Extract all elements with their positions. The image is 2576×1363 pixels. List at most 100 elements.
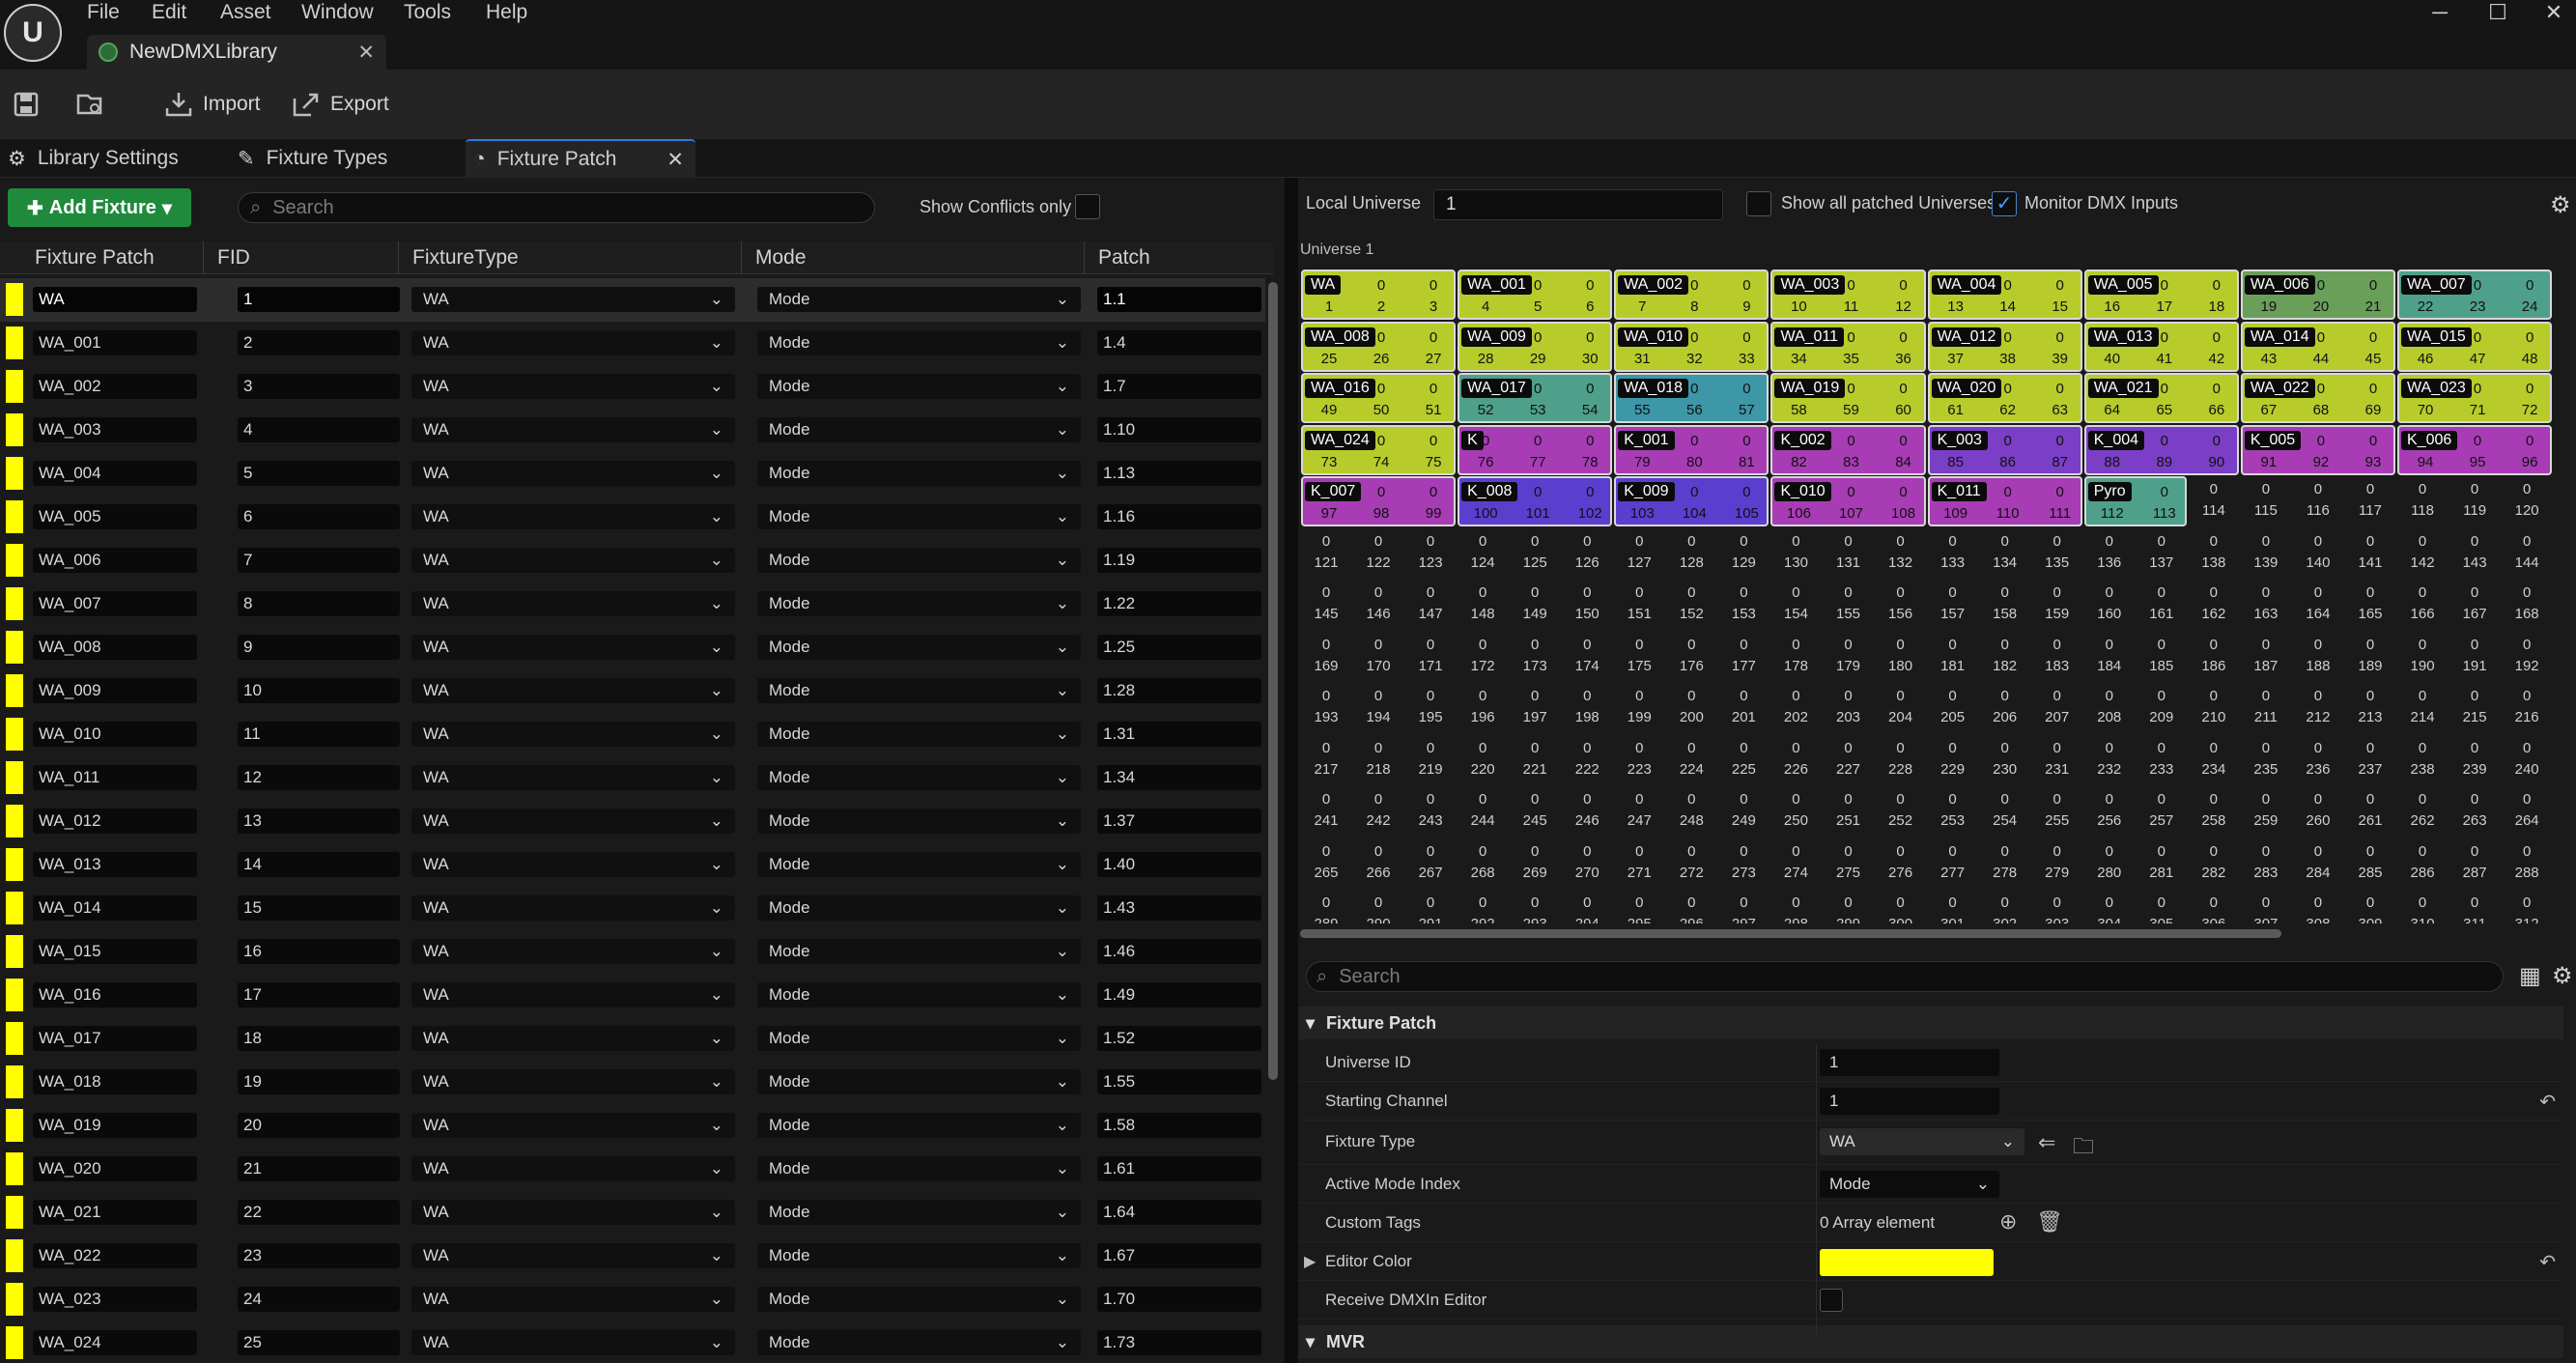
col-fixture-patch[interactable]: Fixture Patch bbox=[21, 241, 205, 274]
patch-block[interactable]: 097098099K_007 bbox=[1301, 476, 1457, 526]
channel-cell[interactable]: 0 121 bbox=[1300, 527, 1352, 580]
channel-cell[interactable]: 0 188 bbox=[2292, 631, 2344, 683]
fixture-name-field[interactable]: WA_006 bbox=[33, 548, 197, 573]
patch-field[interactable]: 1.49 bbox=[1097, 982, 1261, 1008]
channel-cell[interactable]: 0 300 bbox=[1875, 889, 1927, 923]
channel-cell[interactable]: 0 253 bbox=[1927, 785, 1979, 838]
patch-block[interactable]: 055056057WA_018 bbox=[1614, 373, 1769, 423]
channel-cell[interactable]: 0 114 bbox=[2188, 475, 2240, 527]
reset-icon[interactable]: ↶ bbox=[2539, 1250, 2556, 1274]
channel-cell[interactable]: 0 131 bbox=[1823, 527, 1875, 580]
fixture-name-field[interactable]: WA_018 bbox=[33, 1069, 197, 1094]
fixture-name-field[interactable]: WA_010 bbox=[33, 722, 197, 747]
channel-cell[interactable]: 0 273 bbox=[1717, 838, 1769, 890]
channel-cell[interactable]: 0 126 bbox=[1561, 527, 1613, 580]
table-row[interactable]: WA_013 14 WA ⌄ Mode ⌄ 1.40 bbox=[0, 843, 1265, 887]
channel-cell[interactable]: 0 206 bbox=[1979, 682, 2031, 734]
patch-block[interactable]: 070071072WA_023 bbox=[2397, 373, 2553, 423]
fid-field[interactable]: 13 bbox=[238, 809, 400, 834]
universe-channel-grid[interactable]: 0 114 0 115 0 116 0 117 0 118 0 119 0 120 0 121 0 122 0 123… bbox=[1300, 269, 2556, 923]
mode-select[interactable]: Mode ⌄ bbox=[757, 548, 1081, 573]
channel-cell[interactable]: 0 235 bbox=[2240, 734, 2292, 786]
channel-cell[interactable]: 0 302 bbox=[1979, 889, 2031, 923]
channel-cell[interactable]: 0 116 bbox=[2292, 475, 2344, 527]
channel-cell[interactable]: 0 122 bbox=[1352, 527, 1404, 580]
channel-cell[interactable]: 0 237 bbox=[2344, 734, 2396, 786]
show-all-universes-checkbox[interactable] bbox=[1746, 191, 1771, 216]
minimize-button[interactable]: ─ bbox=[2420, 0, 2459, 25]
mode-select[interactable]: Mode ⌄ bbox=[757, 722, 1081, 747]
fixture-name-field[interactable]: WA_005 bbox=[33, 504, 197, 529]
panel-splitter[interactable] bbox=[1285, 178, 1298, 1363]
editor-color-swatch[interactable] bbox=[1820, 1249, 1994, 1276]
patch-field[interactable]: 1.70 bbox=[1097, 1287, 1261, 1312]
channel-cell[interactable]: 0 222 bbox=[1561, 734, 1613, 786]
fid-field[interactable]: 7 bbox=[238, 548, 400, 573]
channel-cell[interactable]: 0 281 bbox=[2136, 838, 2188, 890]
channel-cell[interactable]: 0 309 bbox=[2344, 889, 2396, 923]
patch-block[interactable]: 040041042WA_013 bbox=[2083, 321, 2239, 372]
channel-cell[interactable]: 0 226 bbox=[1769, 734, 1822, 786]
channel-cell[interactable]: 0 187 bbox=[2240, 631, 2292, 683]
patch-block[interactable]: 025026027WA_008 bbox=[1301, 321, 1457, 372]
channel-cell[interactable]: 0 305 bbox=[2136, 889, 2188, 923]
patch-field[interactable]: 1.28 bbox=[1097, 678, 1261, 703]
channel-cell[interactable]: 0 285 bbox=[2344, 838, 2396, 890]
channel-cell[interactable]: 0 135 bbox=[2031, 527, 2083, 580]
channel-cell[interactable]: 0 133 bbox=[1927, 527, 1979, 580]
channel-cell[interactable]: 0 214 bbox=[2396, 682, 2449, 734]
fixture-name-field[interactable]: WA_011 bbox=[33, 765, 197, 790]
channel-cell[interactable]: 0 147 bbox=[1404, 579, 1457, 631]
mode-select[interactable]: Mode ⌄ bbox=[757, 939, 1081, 964]
mode-select[interactable]: Mode ⌄ bbox=[757, 852, 1081, 877]
table-row[interactable]: WA_008 9 WA ⌄ Mode ⌄ 1.25 bbox=[0, 626, 1265, 669]
channel-cell[interactable]: 0 280 bbox=[2083, 838, 2136, 890]
fixture-name-field[interactable]: WA_024 bbox=[33, 1330, 197, 1355]
table-row[interactable]: WA_009 10 WA ⌄ Mode ⌄ 1.28 bbox=[0, 669, 1265, 713]
fixture-type-select[interactable]: WA ⌄ bbox=[411, 504, 735, 529]
fixture-type-select[interactable]: WA ⌄ bbox=[411, 461, 735, 486]
fixture-type-select[interactable]: WA ⌄ bbox=[411, 287, 735, 312]
channel-cell[interactable]: 0 236 bbox=[2292, 734, 2344, 786]
fixture-type-select[interactable]: WA ⌄ bbox=[1820, 1128, 2024, 1155]
fid-field[interactable]: 8 bbox=[238, 591, 400, 616]
channel-cell[interactable]: 0 265 bbox=[1300, 838, 1352, 890]
channel-cell[interactable]: 0 286 bbox=[2396, 838, 2449, 890]
fixture-type-select[interactable]: WA ⌄ bbox=[411, 722, 735, 747]
patch-field[interactable]: 1.7 bbox=[1097, 374, 1261, 399]
fid-field[interactable]: 4 bbox=[238, 417, 400, 442]
patch-block[interactable]: 010301040105K_009 bbox=[1614, 476, 1769, 526]
channel-cell[interactable]: 0 276 bbox=[1875, 838, 1927, 890]
details-search-input[interactable]: ⌕ Search bbox=[1306, 961, 2504, 992]
channel-cell[interactable]: 0 229 bbox=[1927, 734, 1979, 786]
channel-cell[interactable]: 0 245 bbox=[1509, 785, 1561, 838]
patch-block[interactable]: 082083084K_002 bbox=[1770, 424, 1926, 475]
channel-cell[interactable]: 0 153 bbox=[1717, 579, 1769, 631]
mode-select[interactable]: Mode ⌄ bbox=[757, 504, 1081, 529]
channel-cell[interactable]: 0 256 bbox=[2083, 785, 2136, 838]
channel-cell[interactable]: 0 210 bbox=[2188, 682, 2240, 734]
mode-select[interactable]: Mode ⌄ bbox=[757, 1287, 1081, 1312]
mode-select[interactable]: Mode ⌄ bbox=[757, 1113, 1081, 1138]
table-row[interactable]: WA_004 5 WA ⌄ Mode ⌄ 1.13 bbox=[0, 452, 1265, 496]
mode-select[interactable]: Mode ⌄ bbox=[757, 635, 1081, 660]
import-button[interactable]: Import bbox=[164, 87, 261, 122]
channel-cell[interactable]: 0 267 bbox=[1404, 838, 1457, 890]
channel-cell[interactable]: 0 308 bbox=[2292, 889, 2344, 923]
mode-select[interactable]: Mode ⌄ bbox=[757, 1026, 1081, 1051]
channel-cell[interactable]: 0 230 bbox=[1979, 734, 2031, 786]
fixture-type-select[interactable]: WA ⌄ bbox=[411, 1026, 735, 1051]
channel-cell[interactable]: 0 176 bbox=[1665, 631, 1717, 683]
patch-field[interactable]: 1.40 bbox=[1097, 852, 1261, 877]
channel-cell[interactable]: 0 271 bbox=[1613, 838, 1665, 890]
channel-cell[interactable]: 0 223 bbox=[1613, 734, 1665, 786]
channel-cell[interactable]: 0 141 bbox=[2344, 527, 2396, 580]
col-fixture-type[interactable]: FixtureType bbox=[398, 241, 746, 274]
channel-cell[interactable]: 0 306 bbox=[2188, 889, 2240, 923]
starting-channel-field[interactable]: 1 bbox=[1820, 1088, 1999, 1115]
patch-block[interactable]: 0 76 0 77 0 78 K bbox=[1458, 424, 1613, 475]
mode-select[interactable]: Mode ⌄ bbox=[757, 1200, 1081, 1225]
menu-edit[interactable]: Edit bbox=[152, 0, 186, 25]
save-icon[interactable] bbox=[12, 91, 41, 120]
channel-cell[interactable]: 0 299 bbox=[1823, 889, 1875, 923]
